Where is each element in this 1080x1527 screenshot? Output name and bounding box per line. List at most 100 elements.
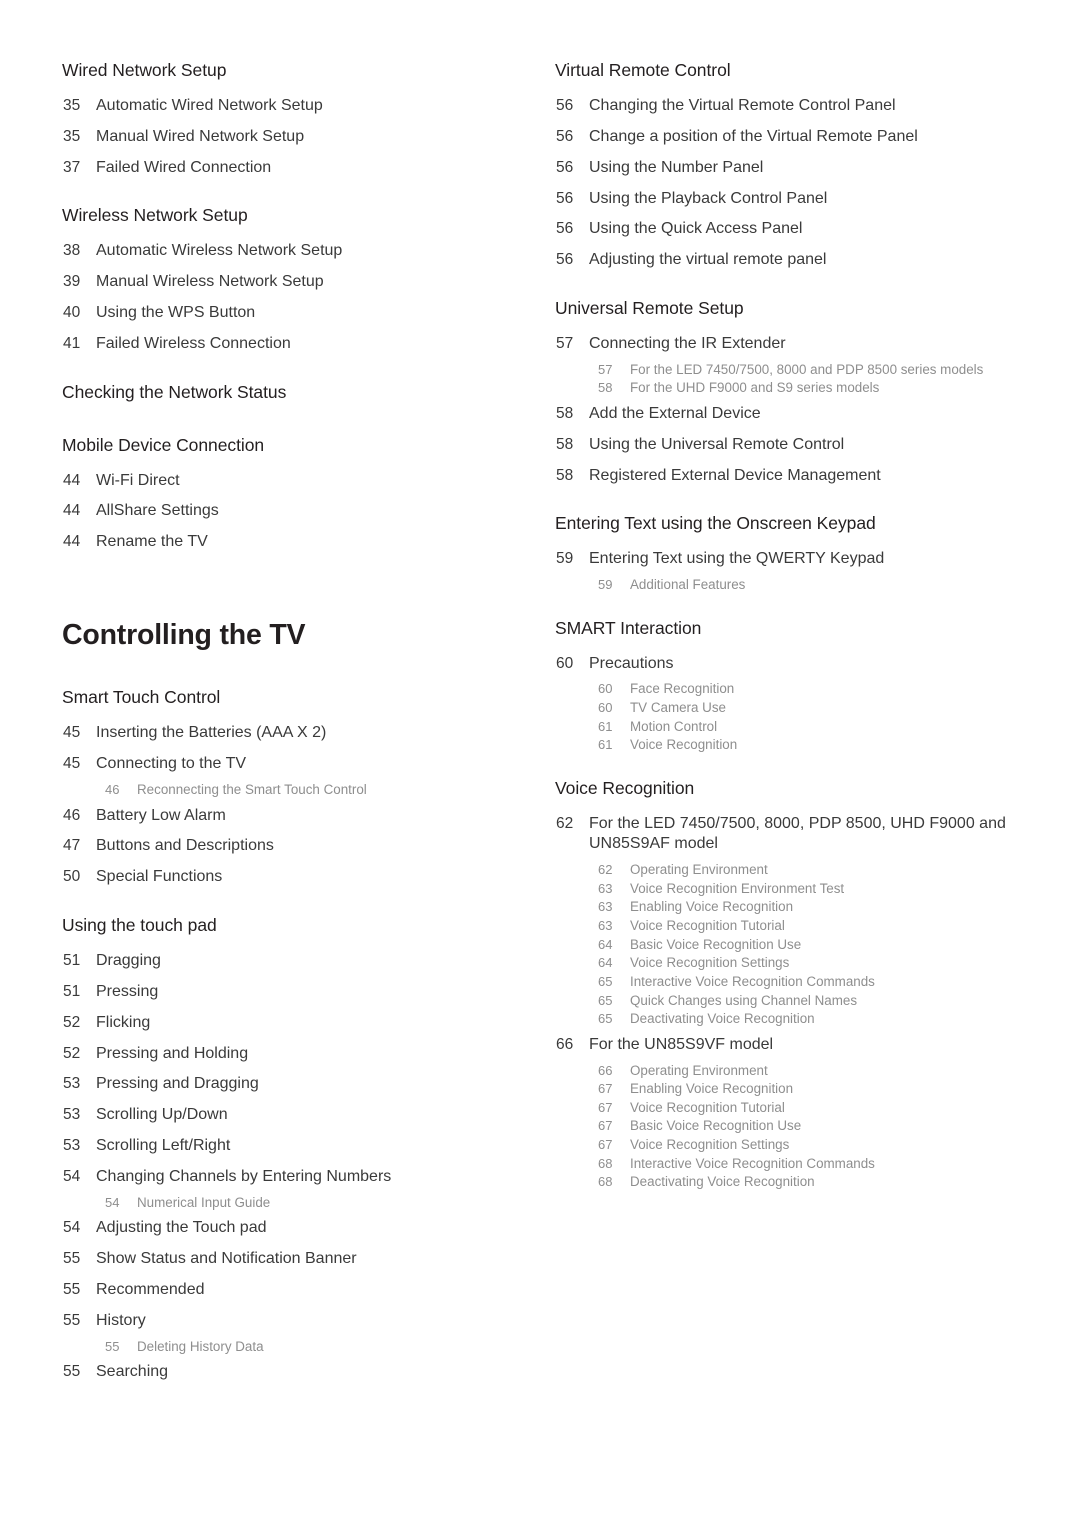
toc-subentry[interactable]: 57 For the LED 7450/7500, 8000 and PDP 85… bbox=[555, 360, 1020, 381]
toc-subentry[interactable]: 58 For the UHD F9000 and S9 series models bbox=[555, 379, 1020, 399]
toc-entry-title: Flicking bbox=[96, 1013, 151, 1031]
toc-entry[interactable]: 56 Changing the Virtual Remote Control Pa… bbox=[555, 91, 1020, 122]
toc-subentry[interactable]: 68 Deactivating Voice Recognition bbox=[555, 1173, 1020, 1193]
toc-entry[interactable]: 37 Failed Wired Connection bbox=[62, 153, 527, 184]
toc-entry[interactable]: 55 Searching bbox=[62, 1357, 527, 1388]
toc-entry-title: Basic Voice Recognition Use bbox=[630, 936, 802, 952]
toc-section-heading[interactable]: Entering Text using the Onscreen Keypad bbox=[555, 513, 1020, 535]
toc-entry-page-number: 67 bbox=[598, 1099, 613, 1115]
toc-section-heading[interactable]: Virtual Remote Control bbox=[555, 60, 1020, 82]
toc-subentry[interactable]: 67 Voice Recognition Settings bbox=[555, 1136, 1020, 1156]
toc-entry-title: Pressing and Dragging bbox=[96, 1075, 259, 1093]
toc-section-heading[interactable]: Using the touch pad bbox=[62, 915, 527, 937]
toc-entry[interactable]: 60 Precautions bbox=[555, 648, 1020, 679]
toc-entry[interactable]: 44 AllShare Settings bbox=[62, 496, 527, 527]
toc-section-heading-wrap: Universal Remote Setup bbox=[555, 298, 1020, 329]
toc-subentry[interactable]: 67 Enabling Voice Recognition bbox=[555, 1080, 1020, 1100]
toc-entry-page-number: 64 bbox=[598, 955, 613, 971]
toc-entry-page-number: 55 bbox=[63, 1311, 81, 1329]
toc-entry[interactable]: 55 Show Status and Notification Banner bbox=[62, 1244, 527, 1275]
toc-entry[interactable]: 59 Entering Text using the QWERTY Keypad bbox=[555, 544, 1020, 575]
toc-entry-title: Wi-Fi Direct bbox=[96, 471, 180, 489]
toc-entry-page-number: 39 bbox=[63, 273, 81, 291]
toc-subentry[interactable]: 68 Interactive Voice Recognition Commands bbox=[555, 1154, 1020, 1174]
toc-entry-page-number: 47 bbox=[63, 837, 81, 855]
toc-section-heading[interactable]: Universal Remote Setup bbox=[555, 298, 1020, 320]
toc-subentry[interactable]: 63 Enabling Voice Recognition bbox=[555, 898, 1020, 918]
toc-entry[interactable]: 40 Using the WPS Button bbox=[62, 298, 527, 329]
toc-columns: Wired Network Setup 35 Automatic Wired Net… bbox=[62, 60, 1018, 1388]
toc-entry[interactable]: 41 Failed Wireless Connection bbox=[62, 329, 527, 360]
toc-entry[interactable]: 55 Recommended bbox=[62, 1275, 527, 1306]
toc-entry[interactable]: 39 Manual Wireless Network Setup bbox=[62, 267, 527, 298]
toc-subentry[interactable]: 65 Quick Changes using Channel Names bbox=[555, 991, 1020, 1011]
toc-subentry[interactable]: 66 Operating Environment bbox=[555, 1060, 1020, 1081]
chapter-title[interactable]: Controlling the TV bbox=[62, 619, 527, 651]
toc-section-heading[interactable]: Checking the Network Status bbox=[62, 382, 527, 404]
toc-entry[interactable]: 58 Using the Universal Remote Control bbox=[555, 430, 1020, 461]
toc-entry[interactable]: 56 Adjusting the virtual remote panel bbox=[555, 245, 1020, 276]
toc-subentry[interactable]: 67 Basic Voice Recognition Use bbox=[555, 1117, 1020, 1137]
toc-subentry[interactable]: 46 Reconnecting the Smart Touch Control bbox=[62, 780, 527, 801]
toc-section-heading[interactable]: Wired Network Setup bbox=[62, 60, 527, 82]
toc-entry[interactable]: 53 Scrolling Left/Right bbox=[62, 1131, 527, 1162]
toc-entry[interactable]: 56 Using the Quick Access Panel bbox=[555, 214, 1020, 245]
toc-subentry[interactable]: 61 Voice Recognition bbox=[555, 736, 1020, 756]
toc-subentry[interactable]: 65 Deactivating Voice Recognition bbox=[555, 1010, 1020, 1030]
toc-entry-page-number: 44 bbox=[63, 502, 81, 520]
toc-entry[interactable]: 54 Changing Channels by Entering Numbers bbox=[62, 1162, 527, 1193]
toc-entry[interactable]: 44 Wi-Fi Direct bbox=[62, 465, 527, 496]
toc-section-heading[interactable]: Mobile Device Connection bbox=[62, 435, 527, 457]
toc-entry[interactable]: 51 Pressing bbox=[62, 977, 527, 1008]
toc-entry-page-number: 58 bbox=[556, 405, 574, 423]
toc-subentry[interactable]: 64 Voice Recognition Settings bbox=[555, 954, 1020, 974]
toc-section-heading[interactable]: Voice Recognition bbox=[555, 778, 1020, 800]
toc-subentry[interactable]: 60 TV Camera Use bbox=[555, 699, 1020, 719]
toc-subentry[interactable]: 64 Basic Voice Recognition Use bbox=[555, 935, 1020, 955]
toc-entry[interactable]: 51 Dragging bbox=[62, 946, 527, 977]
toc-entry[interactable]: 45 Connecting to the TV bbox=[62, 749, 527, 780]
toc-subentry[interactable]: 59 Additional Features bbox=[555, 575, 1020, 596]
toc-entry[interactable]: 45 Inserting the Batteries (AAA X 2) bbox=[62, 718, 527, 749]
toc-entry[interactable]: 38 Automatic Wireless Network Setup bbox=[62, 236, 527, 267]
toc-entry[interactable]: 44 Rename the TV bbox=[62, 527, 527, 558]
toc-entry[interactable]: 46 Battery Low Alarm bbox=[62, 800, 527, 831]
toc-section: Wired Network Setup 35 Automatic Wired Net… bbox=[62, 60, 527, 183]
toc-entry[interactable]: 50 Special Functions bbox=[62, 862, 527, 893]
toc-subentry[interactable]: 65 Interactive Voice Recognition Commands bbox=[555, 973, 1020, 993]
toc-entry[interactable]: 35 Automatic Wired Network Setup bbox=[62, 91, 527, 122]
toc-subentry[interactable]: 62 Operating Environment bbox=[555, 860, 1020, 881]
toc-entry[interactable]: 62 For the LED 7450/7500, 8000, PDP 8500,… bbox=[555, 809, 1020, 860]
toc-entry[interactable]: 52 Flicking bbox=[62, 1007, 527, 1038]
toc-subentry[interactable]: 54 Numerical Input Guide bbox=[62, 1193, 527, 1214]
toc-subentry[interactable]: 63 Voice Recognition Environment Test bbox=[555, 879, 1020, 899]
toc-subentry[interactable]: 67 Voice Recognition Tutorial bbox=[555, 1098, 1020, 1118]
toc-entry[interactable]: 56 Using the Number Panel bbox=[555, 153, 1020, 184]
toc-entry[interactable]: 52 Pressing and Holding bbox=[62, 1038, 527, 1069]
toc-subentry[interactable]: 61 Motion Control bbox=[555, 717, 1020, 737]
toc-entry-page-number: 58 bbox=[556, 435, 574, 453]
toc-section-heading[interactable]: SMART Interaction bbox=[555, 618, 1020, 640]
toc-section-heading-wrap: Checking the Network Status bbox=[62, 382, 527, 413]
toc-entry-title: Face Recognition bbox=[630, 681, 735, 697]
toc-entry[interactable]: 57 Connecting the IR Extender bbox=[555, 329, 1020, 360]
toc-entry[interactable]: 55 History bbox=[62, 1306, 527, 1337]
toc-entry[interactable]: 53 Scrolling Up/Down bbox=[62, 1100, 527, 1131]
toc-entry[interactable]: 53 Pressing and Dragging bbox=[62, 1069, 527, 1100]
toc-section-heading[interactable]: Smart Touch Control bbox=[62, 687, 527, 709]
toc-subentry[interactable]: 60 Face Recognition bbox=[555, 679, 1020, 700]
toc-entry[interactable]: 47 Buttons and Descriptions bbox=[62, 831, 527, 862]
toc-entry[interactable]: 56 Using the Playback Control Panel bbox=[555, 183, 1020, 214]
toc-entry[interactable]: 66 For the UN85S9VF model bbox=[555, 1030, 1020, 1061]
toc-entry[interactable]: 35 Manual Wired Network Setup bbox=[62, 122, 527, 153]
toc-subentry[interactable]: 63 Voice Recognition Tutorial bbox=[555, 917, 1020, 937]
toc-subentry[interactable]: 55 Deleting History Data bbox=[62, 1336, 527, 1357]
toc-entry[interactable]: 56 Change a position of the Virtual Remot… bbox=[555, 122, 1020, 153]
toc-entry-title: Using the Universal Remote Control bbox=[589, 435, 845, 453]
toc-entry-title: Enabling Voice Recognition bbox=[630, 899, 794, 915]
toc-entry-title: Quick Changes using Channel Names bbox=[630, 992, 858, 1008]
toc-entry[interactable]: 54 Adjusting the Touch pad bbox=[62, 1213, 527, 1244]
toc-entry[interactable]: 58 Registered External Device Management bbox=[555, 461, 1020, 492]
toc-section-heading[interactable]: Wireless Network Setup bbox=[62, 205, 527, 227]
toc-entry[interactable]: 58 Add the External Device bbox=[555, 399, 1020, 430]
